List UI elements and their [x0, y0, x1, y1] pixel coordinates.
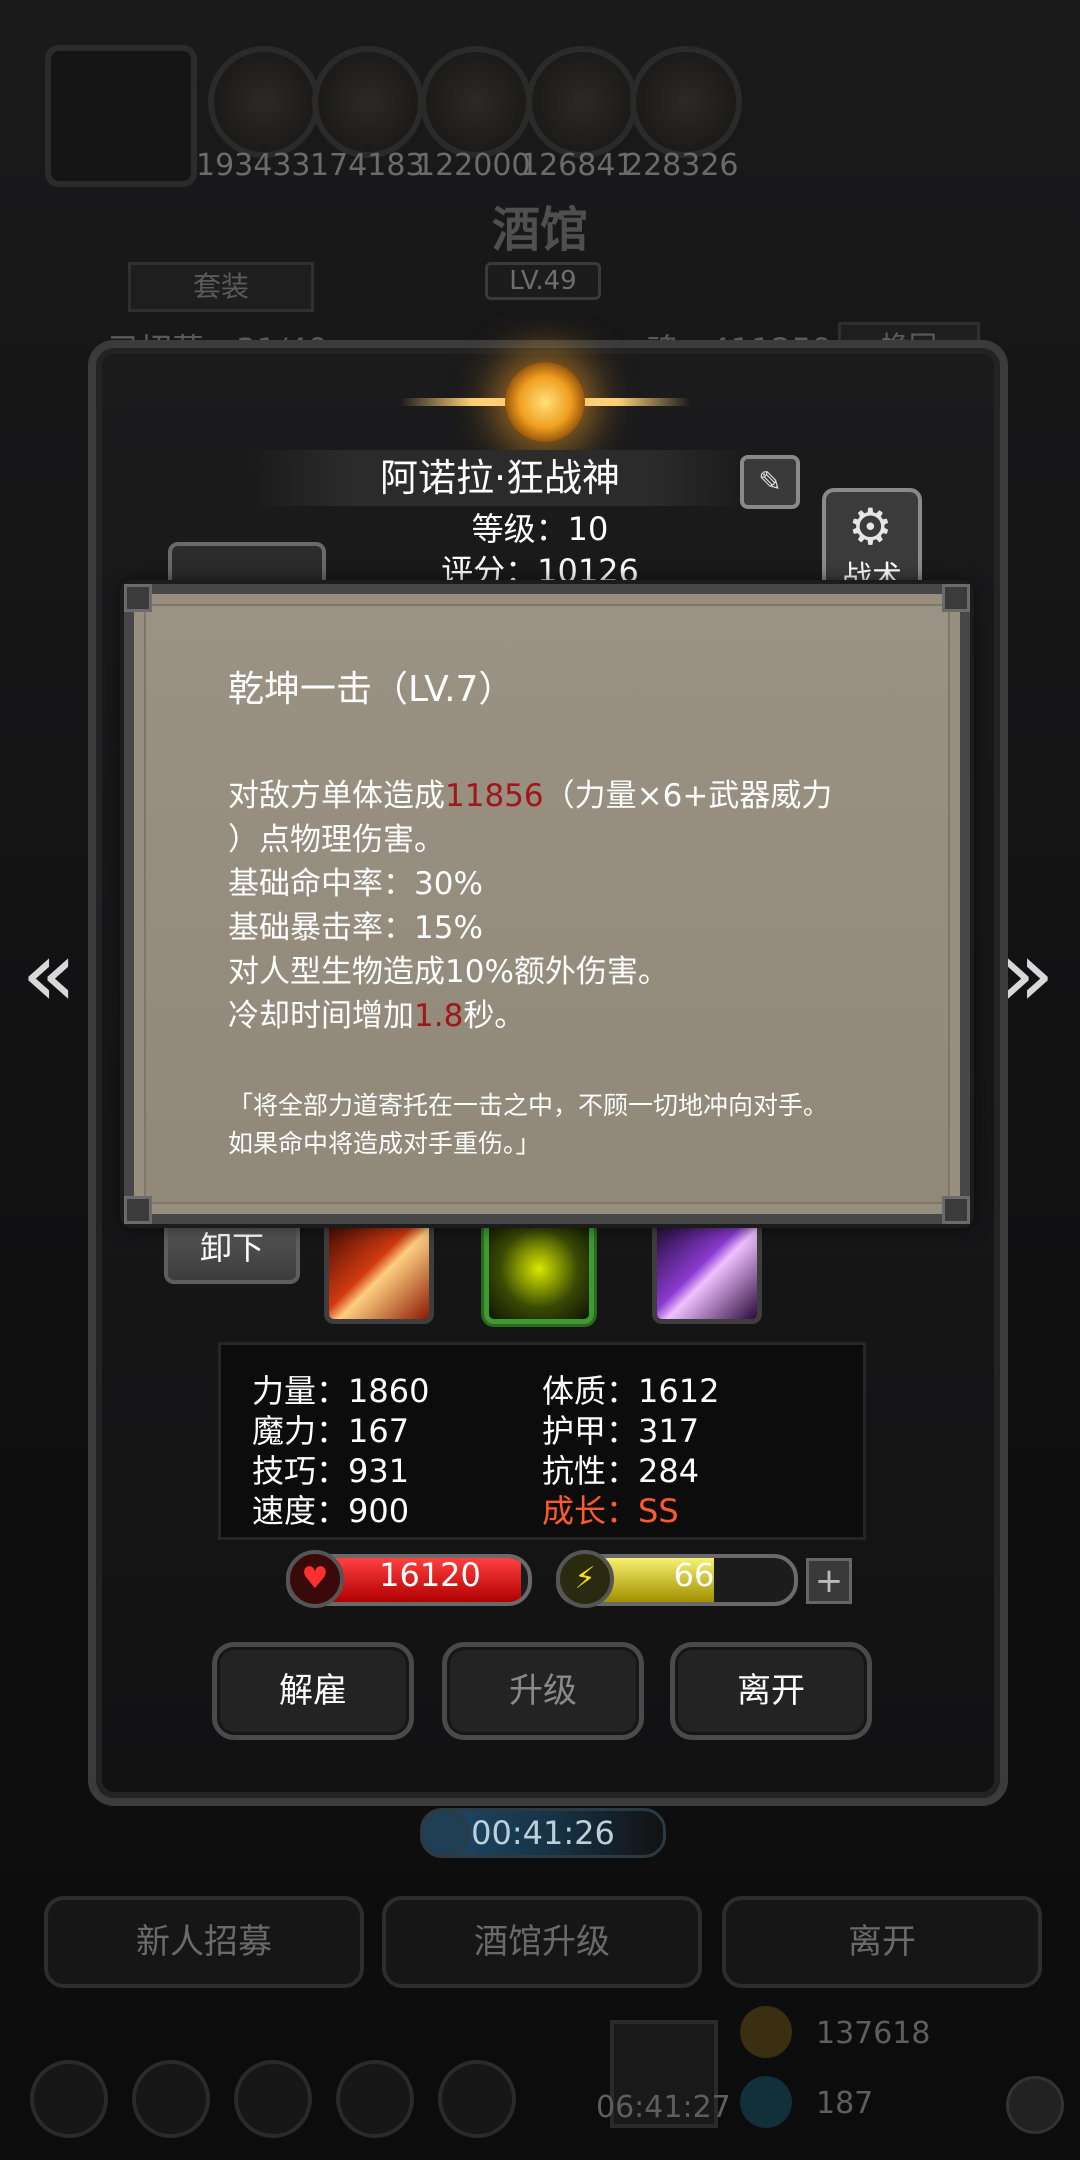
pencil-edit-icon[interactable]: ✎	[740, 455, 800, 509]
tooltip-bonus: 对人型生物造成10%额外伤害。	[228, 954, 669, 990]
timer-clock-icon	[420, 1808, 470, 1858]
stat-speed: 速度：900	[252, 1492, 410, 1530]
menu-icon-4[interactable]	[336, 2060, 414, 2138]
resource-slot-icon-5	[630, 46, 742, 158]
tooltip-corner	[942, 584, 970, 612]
resource-count-5: 228326	[624, 148, 739, 183]
gem-count: 187	[816, 2086, 874, 2121]
screen-title: 酒馆	[491, 202, 588, 258]
set-tab[interactable]: 套装	[128, 262, 314, 312]
tavern-upgrade-button[interactable]: 酒馆升级	[382, 1896, 702, 1988]
menu-icon-1[interactable]	[30, 2060, 108, 2138]
gear-icon: ⚙	[848, 498, 893, 556]
cooldown-suffix: 秒。	[463, 998, 526, 1034]
menu-icon-5[interactable]	[438, 2060, 516, 2138]
skill-tooltip: 乾坤一击（LV.7） 对敌方单体造成11856（力量×6+武器威力 ）点物理伤害…	[124, 584, 970, 1224]
gift-timer: 06:41:27	[596, 2090, 731, 2125]
tooltip-desc-line2: ）点物理伤害。	[228, 822, 445, 858]
gem-icon	[740, 2076, 792, 2128]
top-hero-slot	[45, 45, 197, 187]
tooltip-hit-rate: 基础命中率：30%	[228, 866, 483, 902]
gold-coin-icon	[740, 2006, 792, 2058]
tooltip-corner	[124, 584, 152, 612]
cooldown-prefix: 冷却时间增加	[228, 998, 414, 1034]
skill-lightning-strike-icon[interactable]	[484, 1214, 594, 1324]
dismiss-button[interactable]: 解雇	[212, 1642, 414, 1740]
tooltip-corner	[124, 1196, 152, 1224]
lightning-icon: ⚡	[556, 1550, 614, 1608]
double-chevron-left-icon[interactable]: «	[14, 930, 84, 1020]
resource-count-1: 193433	[196, 148, 311, 183]
skill-claw-icon[interactable]	[652, 1214, 762, 1324]
resource-count-3: 122000	[416, 148, 531, 183]
resource-slot-icon-4	[526, 46, 638, 158]
tooltip-corner	[942, 1196, 970, 1224]
menu-icon-3[interactable]	[234, 2060, 312, 2138]
double-chevron-right-icon[interactable]: »	[992, 930, 1062, 1020]
new-recruit-button[interactable]: 新人招募	[44, 1896, 364, 1988]
hp-value: 16120	[379, 1556, 481, 1594]
resource-slot-icon-3	[420, 46, 532, 158]
resource-slot-icon-2	[312, 46, 424, 158]
skill-slash-icon[interactable]	[324, 1214, 434, 1324]
resource-count-2: 174183	[310, 148, 425, 183]
tooltip-desc-line1: 对敌方单体造成11856（力量×6+武器威力	[228, 770, 832, 815]
cooldown-value: 1.8	[414, 998, 464, 1034]
add-gem-icon[interactable]	[1006, 2076, 1064, 2134]
stat-growth: 成长：SS	[542, 1492, 679, 1530]
hero-name: 阿诺拉·狂战神	[250, 450, 750, 506]
desc-prefix: 对敌方单体造成	[228, 778, 445, 814]
hero-emblem-icon	[505, 362, 585, 442]
tooltip-quote-line2: 如果命中将造成对手重伤。」	[228, 1129, 541, 1158]
leave-tavern-button[interactable]: 离开	[722, 1896, 1042, 1988]
gold-count: 137618	[816, 2016, 931, 2051]
menu-icon-2[interactable]	[132, 2060, 210, 2138]
resource-slot-icon-1	[208, 46, 320, 158]
leave-hero-button[interactable]: 离开	[670, 1642, 872, 1740]
tooltip-crit-rate: 基础暴击率：15%	[228, 910, 483, 946]
add-energy-button[interactable]: +	[806, 1558, 852, 1604]
damage-value: 11856	[445, 778, 544, 814]
tavern-level-badge: LV.49	[485, 262, 601, 300]
desc-suffix: （力量×6+武器威力	[543, 778, 833, 814]
tooltip-skill-title: 乾坤一击（LV.7）	[228, 669, 515, 710]
upgrade-button[interactable]: 升级	[442, 1642, 644, 1740]
resource-count-4: 126841	[520, 148, 635, 183]
energy-value: 66	[673, 1556, 715, 1594]
tooltip-cooldown: 冷却时间增加1.8秒。	[228, 990, 525, 1035]
tooltip-quote-line1: 「将全部力道寄托在一击之中，不顾一切地冲向对手。	[228, 1091, 829, 1120]
heart-icon: ♥	[286, 1550, 344, 1608]
